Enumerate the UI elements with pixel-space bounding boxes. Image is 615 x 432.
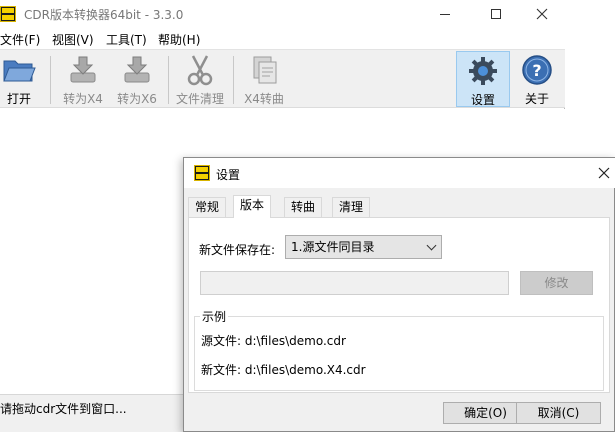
settings-button[interactable]: 设置 — [456, 51, 510, 107]
convert-x4-label: 转为X4 — [63, 92, 103, 106]
cdr-app-icon — [0, 6, 16, 22]
convert-x4-button[interactable]: 转为X4 — [58, 50, 108, 108]
settings-label: 设置 — [470, 93, 495, 107]
save-location-select[interactable]: 1.源文件同目录 — [285, 235, 442, 259]
dialog-title: 设置 — [216, 168, 241, 182]
settings-dialog: 设置 常规 版本 转曲 清理 新文件保存在: 1.源文件同目录 修改 示例 源文… — [183, 157, 615, 432]
example-group-title: 示例 — [200, 308, 229, 325]
cancel-button[interactable]: 取消(C) — [516, 402, 601, 424]
menu-help[interactable]: 帮助(H) — [158, 31, 200, 48]
minimize-icon — [439, 13, 450, 15]
open-label: 打开 — [6, 92, 31, 106]
minimize-button[interactable] — [421, 0, 468, 28]
open-button[interactable]: 打开 — [0, 50, 38, 108]
menu-file[interactable]: 文件(F) — [0, 31, 40, 48]
help-icon: ? — [520, 53, 554, 87]
window-title: CDR版本转换器64bit - 3.3.0 — [24, 8, 184, 22]
save-location-value: 1.源文件同目录 — [291, 240, 375, 254]
save-location-label: 新文件保存在: — [199, 243, 276, 257]
new-file-example: 新文件: d:\files\demo.X4.cdr — [201, 363, 366, 377]
status-text: 请拖动cdr文件到窗口... — [0, 402, 127, 416]
svg-text:?: ? — [532, 61, 541, 80]
tab-version[interactable]: 版本 — [233, 195, 272, 218]
maximize-icon — [490, 9, 501, 19]
save-path-field — [200, 271, 509, 295]
menu-view[interactable]: 视图(V) — [52, 31, 94, 48]
source-file-example: 源文件: d:\files\demo.cdr — [201, 334, 346, 348]
x4-curve-label: X4转曲 — [244, 92, 284, 106]
chevron-down-icon — [426, 240, 437, 251]
menu-bar: 文件(F) 视图(V) 工具(T) 帮助(H) — [0, 28, 565, 49]
tab-clean[interactable]: 清理 — [332, 197, 371, 217]
close-icon — [536, 8, 547, 20]
modify-button: 修改 — [520, 271, 593, 295]
folder-open-icon — [2, 53, 36, 87]
cdr-app-icon — [194, 165, 210, 181]
drive-download-icon — [120, 53, 154, 87]
toolbar: 打开 转为X4 转为X6 文件清理 X4转曲 设置 ? 关于 — [0, 50, 565, 108]
tab-curves[interactable]: 转曲 — [284, 197, 323, 217]
dialog-tabs: 常规 版本 转曲 清理 — [188, 195, 608, 218]
dialog-close-button[interactable] — [594, 163, 614, 183]
dialog-title-bar: 设置 — [184, 158, 615, 188]
scissors-icon — [183, 53, 217, 87]
x4-curve-button[interactable]: X4转曲 — [240, 50, 288, 108]
example-group: 示例 源文件: d:\files\demo.cdr 新文件: d:\files\… — [194, 308, 604, 391]
gear-icon — [466, 54, 500, 88]
convert-x6-label: 转为X6 — [117, 92, 157, 106]
menu-tools[interactable]: 工具(T) — [106, 31, 147, 48]
toolbar-separator — [50, 56, 51, 104]
about-button[interactable]: ? 关于 — [514, 50, 560, 108]
file-clean-label: 文件清理 — [175, 92, 224, 106]
convert-x6-button[interactable]: 转为X6 — [112, 50, 162, 108]
tab-general[interactable]: 常规 — [188, 197, 227, 217]
drive-download-icon — [66, 53, 100, 87]
title-bar: CDR版本转换器64bit - 3.3.0 — [0, 0, 565, 28]
close-icon — [598, 167, 610, 179]
file-clean-button[interactable]: 文件清理 — [173, 50, 227, 108]
maximize-button[interactable] — [472, 0, 519, 28]
toolbar-separator — [168, 56, 169, 104]
toolbar-separator — [233, 56, 234, 104]
documents-icon — [247, 53, 281, 87]
close-button[interactable] — [518, 0, 565, 28]
version-tab-panel: 新文件保存在: 1.源文件同目录 修改 示例 源文件: d:\files\dem… — [188, 217, 610, 393]
about-label: 关于 — [524, 92, 549, 106]
